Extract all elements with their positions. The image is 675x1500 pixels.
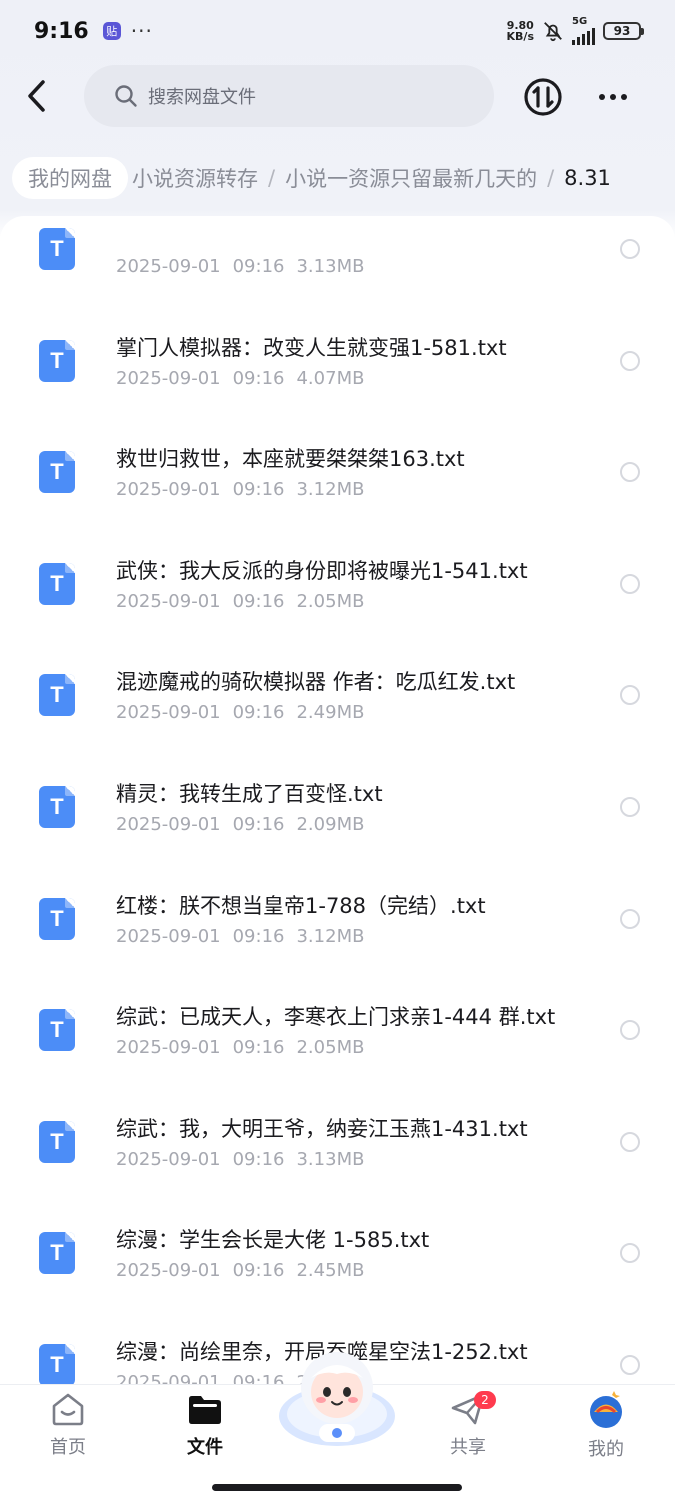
- battery-icon: 93: [603, 22, 644, 40]
- search-icon: [115, 85, 137, 107]
- file-list[interactable]: T 2025-09-01 09:16 3.13MB T 掌门人模拟器：改变人生就变强1-5…: [0, 216, 675, 1384]
- nav-label-share: 共享: [450, 1437, 486, 1458]
- notification-badge: 2: [474, 1391, 496, 1409]
- dot-icon: [610, 94, 616, 100]
- file-row[interactable]: T 武侠：我大反派的身份即将被曝光1-541.txt 2025-09-01 09:16…: [0, 464, 675, 612]
- dot-icon: [621, 94, 627, 100]
- avatar-icon: [590, 1391, 622, 1428]
- search-placeholder: 搜索网盘文件: [148, 87, 256, 108]
- network-speed: 9.80 KB/s: [507, 20, 534, 42]
- breadcrumb: 我的网盘 小说资源转存 / 小说一资源只留最新几天的 / 8.31: [12, 156, 675, 200]
- home-icon: [52, 1393, 84, 1426]
- header: 搜索网盘文件: [0, 62, 675, 130]
- status-indicators: 9.80 KB/s 5G 93: [507, 17, 644, 45]
- nav-home[interactable]: 首页: [28, 1391, 108, 1461]
- notification-app-icon: 贴: [102, 22, 121, 40]
- mascot-assistant-icon[interactable]: [275, 1342, 399, 1454]
- nav-label-profile: 我的: [588, 1439, 624, 1460]
- status-time: 9:16: [34, 18, 89, 44]
- home-indicator[interactable]: [212, 1484, 462, 1491]
- chevron-left-icon: [28, 80, 45, 112]
- file-row[interactable]: T 综漫：尚绘里奈，开局吞噬星空法1-252.txt 2025-09-01 09:16…: [0, 1245, 675, 1384]
- nav-files[interactable]: 文件: [165, 1391, 245, 1461]
- file-row[interactable]: T 综漫：学生会长是大佬 1-585.txt 2025-09-01 09:16 2.45…: [0, 1133, 675, 1281]
- transfer-button[interactable]: [522, 76, 564, 118]
- breadcrumb-separator: /: [547, 166, 555, 190]
- breadcrumb-item[interactable]: 小说一资源只留最新几天的: [281, 163, 541, 193]
- cell-signal: 5G: [572, 17, 595, 45]
- file-row[interactable]: T 混迹魔戒的骑砍模拟器 作者：吃瓜红发.txt 2025-09-01 09:16 2.…: [0, 575, 675, 723]
- battery-level: 93: [613, 24, 631, 38]
- network-speed-unit: KB/s: [506, 30, 534, 43]
- bell-muted-icon: [544, 22, 562, 42]
- nav-profile[interactable]: 我的: [566, 1391, 646, 1461]
- txt-file-icon: T: [39, 1344, 75, 1384]
- signal-bars-icon: [572, 27, 595, 45]
- more-options-button[interactable]: [592, 76, 634, 118]
- more-notifications-icon: ···: [130, 19, 153, 43]
- file-row[interactable]: T 红楼：朕不想当皇帝1-788（完结）.txt 2025-09-01 09:16 3.…: [0, 799, 675, 947]
- dot-icon: [599, 94, 605, 100]
- file-row[interactable]: T 救世归救世，本座就要桀桀桀163.txt 2025-09-01 09:16 3.12…: [0, 352, 675, 500]
- nav-label-files: 文件: [187, 1437, 223, 1458]
- status-bar: 9:16 贴 ··· 9.80 KB/s 5G 93: [0, 0, 675, 62]
- file-row[interactable]: T 综武：已成天人，李寒衣上门求亲1-444 群.txt 2025-09-01 09:…: [0, 910, 675, 1058]
- file-date: 2025-09-01: [116, 1372, 221, 1384]
- breadcrumb-current: 8.31: [564, 166, 611, 190]
- select-checkbox[interactable]: [620, 1355, 640, 1375]
- signal-type: 5G: [572, 16, 588, 27]
- file-row[interactable]: T 综武：我，大明王爷，纳妾江玉燕1-431.txt 2025-09-01 09:16…: [0, 1022, 675, 1170]
- transfer-icon: [524, 78, 562, 116]
- folder-icon: [189, 1396, 221, 1424]
- file-row[interactable]: T 2025-09-01 09:16 3.13MB: [0, 216, 675, 277]
- back-button[interactable]: [20, 74, 54, 118]
- nav-share[interactable]: 2 共享: [428, 1391, 508, 1461]
- breadcrumb-root[interactable]: 我的网盘: [12, 157, 128, 199]
- breadcrumb-separator: /: [268, 166, 276, 190]
- search-input[interactable]: 搜索网盘文件: [84, 65, 494, 127]
- breadcrumb-item[interactable]: 小说资源转存: [128, 163, 262, 193]
- file-row[interactable]: T 掌门人模拟器：改变人生就变强1-581.txt 2025-09-01 09:16 4…: [0, 241, 675, 389]
- file-row[interactable]: T 精灵：我转生成了百变怪.txt 2025-09-01 09:16 2.09MB: [0, 687, 675, 835]
- nav-label-home: 首页: [50, 1437, 86, 1458]
